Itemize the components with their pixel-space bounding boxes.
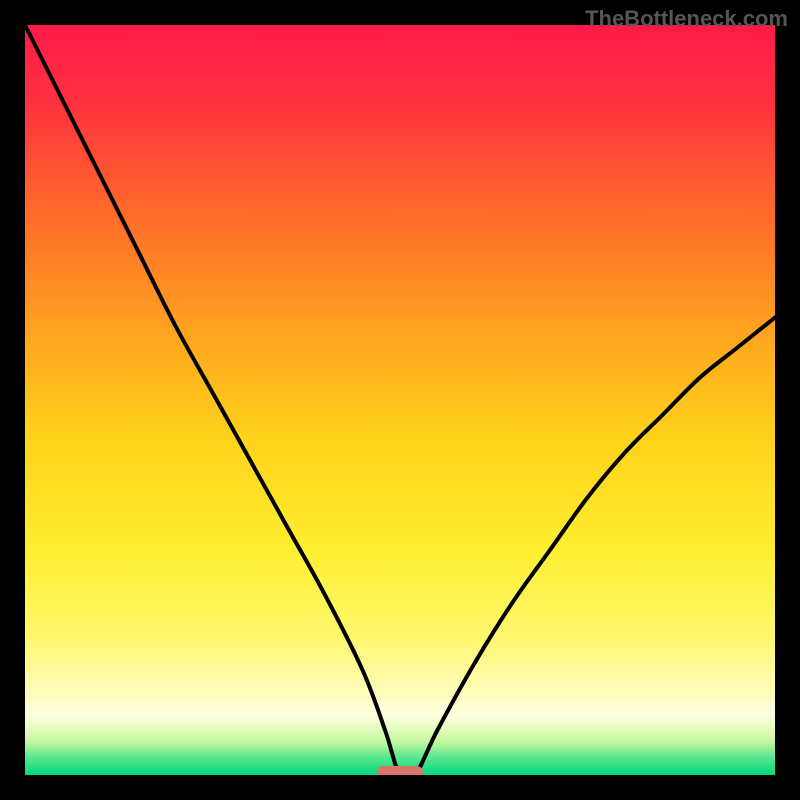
- gradient-background: [25, 25, 775, 775]
- plot-area: [25, 25, 775, 775]
- optimal-marker: [377, 766, 423, 775]
- chart-container: TheBottleneck.com: [0, 0, 800, 800]
- chart-svg: [25, 25, 775, 775]
- watermark-text: TheBottleneck.com: [585, 6, 788, 32]
